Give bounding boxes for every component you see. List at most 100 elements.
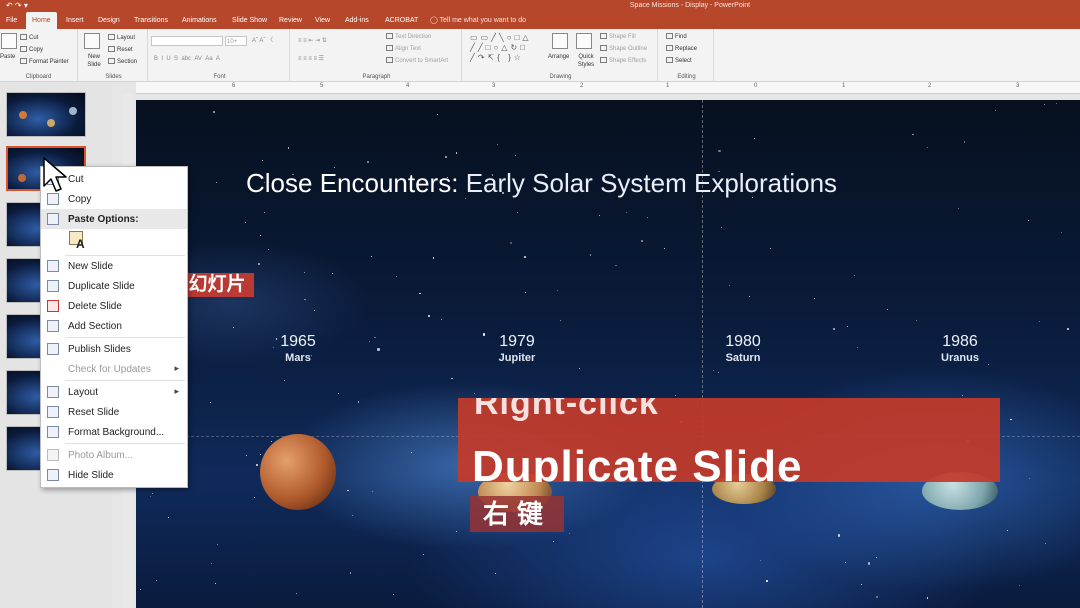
cut-label: Cut (29, 35, 39, 41)
copy-button[interactable]: Copy (20, 46, 43, 54)
star-dot (427, 315, 431, 318)
star-dot (352, 515, 353, 517)
shapes-gallery[interactable]: ▭▭╱╲○□△ ╱╱□○△↻□ ╱↷↸{ }☆ (470, 33, 542, 65)
slide-title[interactable]: Close Encounters: Early Solar System Exp… (246, 168, 837, 199)
menu-item-delete-slide[interactable]: Delete Slide (41, 296, 187, 316)
slide-canvas[interactable]: Close Encounters: Early Solar System Exp… (136, 100, 1080, 608)
quick-styles-button[interactable]: Quick Styles (574, 53, 598, 69)
align-text-button[interactable]: Align Text (386, 45, 421, 53)
star-dot (1007, 530, 1009, 531)
layout-button[interactable]: Layout (108, 34, 135, 42)
menu-item-reset-slide[interactable]: Reset Slide (41, 402, 187, 422)
select-button[interactable]: Select (666, 57, 692, 65)
menu-item-new-slide[interactable]: New Slide (41, 256, 187, 276)
font-group: 10+ Aˆ Aˇ 〈 B I U S abc AV Aa A Font (150, 29, 290, 82)
tab-design[interactable]: Design (92, 12, 126, 29)
menu-item-add-section[interactable]: Add Section (41, 316, 187, 336)
timeline-planet: Uranus (941, 352, 979, 364)
star-dot (296, 592, 298, 594)
tab-add-ins[interactable]: Add-ins (339, 12, 375, 29)
font-size-input[interactable]: 10+ (225, 36, 247, 46)
tell-me-search[interactable]: ◯ Tell me what you want to do (424, 12, 532, 29)
star-dot (423, 553, 424, 555)
star-dot (640, 239, 643, 242)
paragraph-group-label: Paragraph (362, 74, 391, 80)
timeline-item-uranus[interactable]: 1986 Uranus (905, 333, 1015, 364)
star-dot (856, 346, 858, 348)
reset-button[interactable]: Reset (108, 46, 133, 54)
star-dot (455, 531, 457, 532)
shape-outline-button[interactable]: Shape Outline (600, 45, 647, 53)
tab-transitions[interactable]: Transitions (128, 12, 174, 29)
tab-acrobat[interactable]: ACROBAT (379, 12, 424, 29)
font-name-input[interactable] (151, 36, 223, 46)
tab-review[interactable]: Review (273, 12, 308, 29)
convert-smartart-button[interactable]: Convert to SmartArt (386, 57, 448, 65)
format-background-icon (47, 426, 59, 438)
timeline-item-jupiter[interactable]: 1979 Jupiter (462, 333, 572, 364)
star-dot (1038, 321, 1041, 323)
paste-keep-text-only-button[interactable]: A (69, 231, 87, 251)
tab-insert[interactable]: Insert (60, 12, 90, 29)
star-dot (258, 262, 261, 265)
menu-item-duplicate-slide[interactable]: Duplicate Slide (41, 276, 187, 296)
drawing-group-label: Drawing (549, 74, 572, 80)
shape-fill-button[interactable]: Shape Fill (600, 33, 636, 41)
star-dot (209, 401, 211, 403)
menu-item-publish-slides[interactable]: Publish Slides (41, 339, 187, 359)
mouse-pointer-icon (43, 157, 67, 192)
paste-button[interactable]: Paste (0, 53, 15, 61)
powerpoint-window: ↶ ↷ ▾ Space Missions - Display - PowerPo… (0, 0, 1080, 608)
menu-item-format-background[interactable]: Format Background... (41, 422, 187, 442)
menu-item-label: Duplicate Slide (68, 281, 135, 292)
star-dot (214, 582, 216, 584)
cut-button[interactable]: Cut (20, 34, 38, 42)
star-dot (515, 154, 517, 156)
ruler-tick: 1 (666, 83, 670, 89)
paste-option-letter: A (76, 237, 85, 251)
chevron-right-icon: ▸ (174, 386, 179, 396)
format-painter-button[interactable]: Format Painter (20, 58, 69, 66)
tab-animations[interactable]: Animations (176, 12, 223, 29)
tab-view[interactable]: View (309, 12, 336, 29)
list-buttons[interactable]: ≡ ≡ ⇤ ⇥ ⇅ (298, 37, 327, 45)
star-dot (1010, 418, 1012, 420)
paste-icon[interactable] (1, 33, 17, 49)
slide-thumbnail-1[interactable] (6, 92, 86, 137)
star-dot (1060, 232, 1062, 234)
timeline-item-saturn[interactable]: 1980 Saturn (688, 333, 798, 364)
text-direction-button[interactable]: Text Direction (386, 33, 431, 41)
menu-item-hide-slide[interactable]: Hide Slide (41, 465, 187, 485)
menu-item-layout[interactable]: Layout ▸ (41, 382, 187, 402)
star-dot (646, 217, 648, 219)
timeline-item-mars[interactable]: 1965 Mars (243, 333, 353, 364)
new-slide-button[interactable]: New Slide (82, 53, 106, 69)
find-button[interactable]: Find (666, 33, 687, 41)
tab-home[interactable]: Home (26, 12, 57, 29)
star-dot (833, 328, 836, 331)
star-dot (253, 496, 255, 498)
section-icon (108, 58, 115, 65)
timeline-year: 1965 (280, 333, 316, 350)
section-label: Section (117, 59, 138, 65)
quick-styles-icon[interactable] (576, 33, 592, 49)
star-dot (495, 572, 497, 574)
publish-slides-icon (47, 343, 59, 355)
star-dot (876, 557, 877, 559)
align-buttons[interactable]: ≡ ≡ ≡ ≡ ☰ (298, 55, 324, 63)
star-dot (837, 534, 840, 537)
replace-button[interactable]: Replace (666, 45, 697, 53)
tab-file[interactable]: File (0, 12, 23, 29)
star-dot (217, 544, 219, 546)
new-slide-icon[interactable] (84, 33, 100, 49)
star-dot (372, 490, 374, 492)
section-button[interactable]: Section (108, 58, 137, 66)
mars-image[interactable] (260, 434, 336, 510)
arrange-button[interactable]: Arrange (548, 53, 569, 61)
tab-slide-show[interactable]: Slide Show (226, 12, 273, 29)
star-dot (284, 380, 286, 381)
shape-effects-button[interactable]: Shape Effects (600, 57, 646, 65)
font-format-buttons[interactable]: B I U S abc AV Aa A (154, 55, 220, 63)
arrange-icon[interactable] (552, 33, 568, 49)
font-grow-shrink[interactable]: Aˆ Aˇ 〈 (252, 37, 273, 45)
